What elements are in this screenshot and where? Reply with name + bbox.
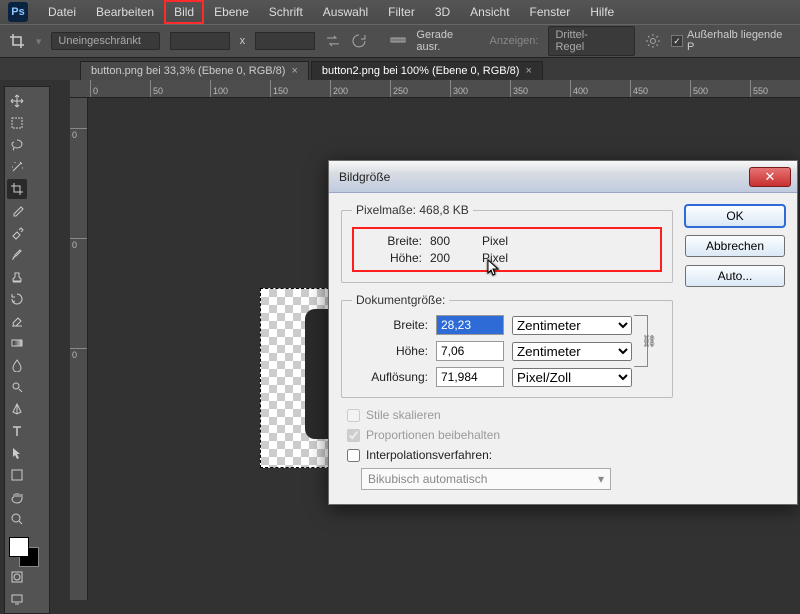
app-logo: Ps [8,2,28,22]
highlighted-pixel-dims: Breite: 800 Pixel Höhe: 200 Pixel [352,227,662,272]
dialog-title: Bildgröße [339,170,749,184]
clear-icon[interactable] [351,33,367,49]
document-size-legend: Dokumentgröße: [352,293,449,307]
type-tool[interactable] [7,421,27,441]
straighten-icon[interactable] [390,32,406,51]
ruler-horizontal: 050100150200250300350400450500550 [70,80,800,98]
aspect-ratio-dropdown[interactable]: Uneingeschränkt [51,32,160,50]
overlay-dropdown[interactable]: Drittel-Regel [548,26,635,56]
pen-tool[interactable] [7,399,27,419]
wand-tool[interactable] [7,157,27,177]
resample-checkbox[interactable]: Interpolationsverfahren: [347,448,673,462]
zoom-tool[interactable] [7,509,27,529]
brush-tool[interactable] [7,245,27,265]
blur-tool[interactable] [7,355,27,375]
pixel-dimensions-legend: Pixelmaße: 468,8 KB [352,203,473,217]
ok-button[interactable]: OK [685,205,785,227]
doc-height-unit-select[interactable]: Zentimeter [512,342,632,361]
px-width-unit: Pixel [482,234,508,248]
doc-width-label: Breite: [352,318,428,332]
crop-tool[interactable] [7,179,27,199]
dodge-tool[interactable] [7,377,27,397]
delete-outside-checkbox[interactable]: ✓ Außerhalb liegende P [671,29,792,53]
doc-width-unit-select[interactable]: Zentimeter [512,316,632,335]
quick-mask-icon[interactable] [7,567,27,587]
menu-item-ansicht[interactable]: Ansicht [460,0,519,24]
stamp-tool[interactable] [7,267,27,287]
straighten-label[interactable]: Gerade ausr. [416,29,479,53]
eyedropper-tool[interactable] [7,201,27,221]
x-separator: x [240,35,246,47]
menu-item-bearbeiten[interactable]: Bearbeiten [86,0,164,24]
gear-icon[interactable] [645,33,661,49]
menu-item-schrift[interactable]: Schrift [259,0,313,24]
dialog-titlebar[interactable]: Bildgröße ✕ [329,161,797,193]
menu-bar: Ps DateiBearbeitenBildEbeneSchriftAuswah… [0,0,800,24]
options-bar: ▾ Uneingeschränkt x Gerade ausr. Anzeige… [0,24,800,58]
menu-item-ebene[interactable]: Ebene [204,0,259,24]
color-swatches[interactable] [7,535,47,565]
eraser-tool[interactable] [7,311,27,331]
screen-mode-icon[interactable] [7,589,27,609]
menu-item-fenster[interactable]: Fenster [520,0,581,24]
path-select-tool[interactable] [7,443,27,463]
cancel-button[interactable]: Abbrechen [685,235,785,257]
menu-item-auswahl[interactable]: Auswahl [313,0,378,24]
healing-tool[interactable] [7,223,27,243]
auto-button[interactable]: Auto... [685,265,785,287]
px-height-unit: Pixel [482,251,508,265]
constrain-proportions-checkbox: Proportionen beibehalten [347,428,673,442]
constrain-link-icon[interactable] [634,315,648,367]
menu-item-filter[interactable]: Filter [378,0,425,24]
doc-width-input[interactable] [436,315,504,335]
px-width-value: 800 [430,234,474,248]
doc-height-label: Höhe: [352,344,428,358]
pixel-dimensions-group: Pixelmaße: 468,8 KB Breite: 800 Pixel Hö… [341,203,673,283]
delete-outside-label: Außerhalb liegende P [687,29,792,53]
move-tool[interactable] [7,91,27,111]
tab-close-icon[interactable]: × [291,65,297,77]
show-label: Anzeigen: [490,35,539,47]
menu-item-datei[interactable]: Datei [38,0,86,24]
resample-method-dropdown: Bikubisch automatisch▾ [361,468,611,490]
lasso-tool[interactable] [7,135,27,155]
document-tab-bar: button.png bei 33,3% (Ebene 0, RGB/8)×bu… [0,58,800,80]
ruler-vertical: 000 [70,98,88,600]
px-width-label: Breite: [372,234,422,248]
document-size-group: Dokumentgröße: Breite: Zentimeter Höhe: … [341,293,673,398]
marquee-tool[interactable] [7,113,27,133]
document-tab[interactable]: button2.png bei 100% (Ebene 0, RGB/8)× [311,61,543,80]
px-height-value: 200 [430,251,474,265]
doc-height-input[interactable] [436,341,504,361]
crop-width-field[interactable] [170,32,230,50]
toolbox [4,86,50,614]
menu-item-bild[interactable]: Bild [164,0,204,24]
menu-item-3d[interactable]: 3D [425,0,460,24]
resolution-input[interactable] [436,367,504,387]
gradient-tool[interactable] [7,333,27,353]
px-height-label: Höhe: [372,251,422,265]
resolution-label: Auflösung: [352,370,428,384]
tab-close-icon[interactable]: × [525,65,531,77]
foreground-swatch[interactable] [9,537,29,557]
shape-tool[interactable] [7,465,27,485]
crop-tool-icon[interactable] [8,32,26,50]
crop-height-field[interactable] [255,32,315,50]
hand-tool[interactable] [7,487,27,507]
close-button[interactable]: ✕ [749,167,791,187]
scale-styles-checkbox: Stile skalieren [347,408,673,422]
document-tab[interactable]: button.png bei 33,3% (Ebene 0, RGB/8)× [80,61,309,80]
swap-icon[interactable] [325,33,341,49]
image-size-dialog: Bildgröße ✕ Pixelmaße: 468,8 KB Breite: … [328,160,798,505]
history-brush-tool[interactable] [7,289,27,309]
resolution-unit-select[interactable]: Pixel/Zoll [512,368,632,387]
menu-item-hilfe[interactable]: Hilfe [580,0,624,24]
